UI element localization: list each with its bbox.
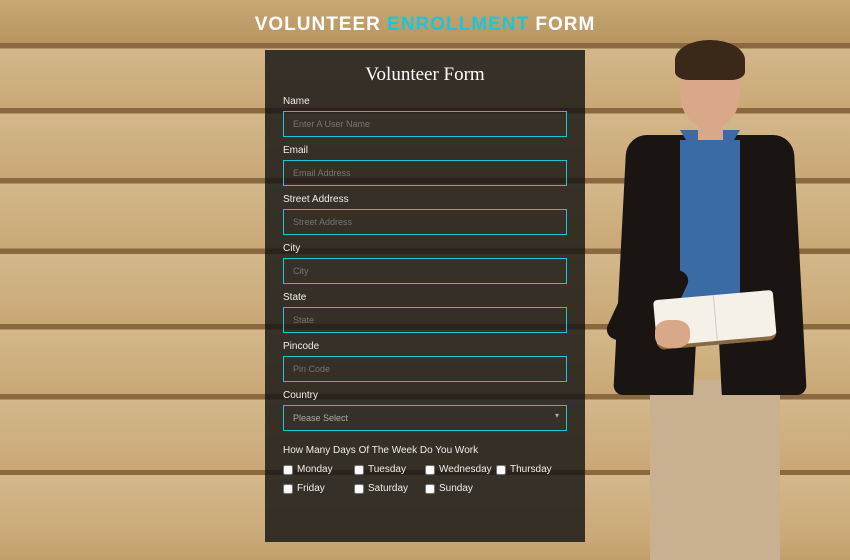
country-label: Country <box>283 390 567 401</box>
form-panel: Volunteer Form Name Email Street Address… <box>265 50 585 542</box>
days-question-label: How Many Days Of The Week Do You Work <box>283 445 567 456</box>
day-friday[interactable]: Friday <box>283 483 354 494</box>
day-sunday-checkbox[interactable] <box>425 484 435 494</box>
email-input[interactable] <box>283 160 567 186</box>
name-label: Name <box>283 96 567 107</box>
day-tuesday-label: Tuesday <box>368 464 406 475</box>
day-sunday[interactable]: Sunday <box>425 483 496 494</box>
title-part1: VOLUNTEER <box>255 14 387 35</box>
background-person-illustration <box>550 30 830 540</box>
title-accent: ENROLLMENT <box>387 14 529 35</box>
street-label: Street Address <box>283 194 567 205</box>
day-friday-checkbox[interactable] <box>283 484 293 494</box>
day-monday-checkbox[interactable] <box>283 465 293 475</box>
day-sunday-label: Sunday <box>439 483 473 494</box>
day-wednesday[interactable]: Wednesday <box>425 464 496 475</box>
day-monday[interactable]: Monday <box>283 464 354 475</box>
day-wednesday-checkbox[interactable] <box>425 465 435 475</box>
street-input[interactable] <box>283 209 567 235</box>
city-input[interactable] <box>283 258 567 284</box>
day-wednesday-label: Wednesday <box>439 464 492 475</box>
day-saturday-checkbox[interactable] <box>354 484 364 494</box>
day-tuesday[interactable]: Tuesday <box>354 464 425 475</box>
pincode-label: Pincode <box>283 341 567 352</box>
day-tuesday-checkbox[interactable] <box>354 465 364 475</box>
country-select-wrap: Please Select <box>283 405 567 433</box>
state-label: State <box>283 292 567 303</box>
form-heading: Volunteer Form <box>283 64 567 86</box>
state-input[interactable] <box>283 307 567 333</box>
email-label: Email <box>283 145 567 156</box>
day-thursday-checkbox[interactable] <box>496 465 506 475</box>
day-saturday[interactable]: Saturday <box>354 483 425 494</box>
name-input[interactable] <box>283 111 567 137</box>
pincode-input[interactable] <box>283 356 567 382</box>
day-thursday-label: Thursday <box>510 464 552 475</box>
day-monday-label: Monday <box>297 464 333 475</box>
day-friday-label: Friday <box>297 483 325 494</box>
day-saturday-label: Saturday <box>368 483 408 494</box>
days-row: Monday Tuesday Wednesday Thursday Friday… <box>283 464 567 502</box>
country-select[interactable]: Please Select <box>283 405 567 431</box>
city-label: City <box>283 243 567 254</box>
